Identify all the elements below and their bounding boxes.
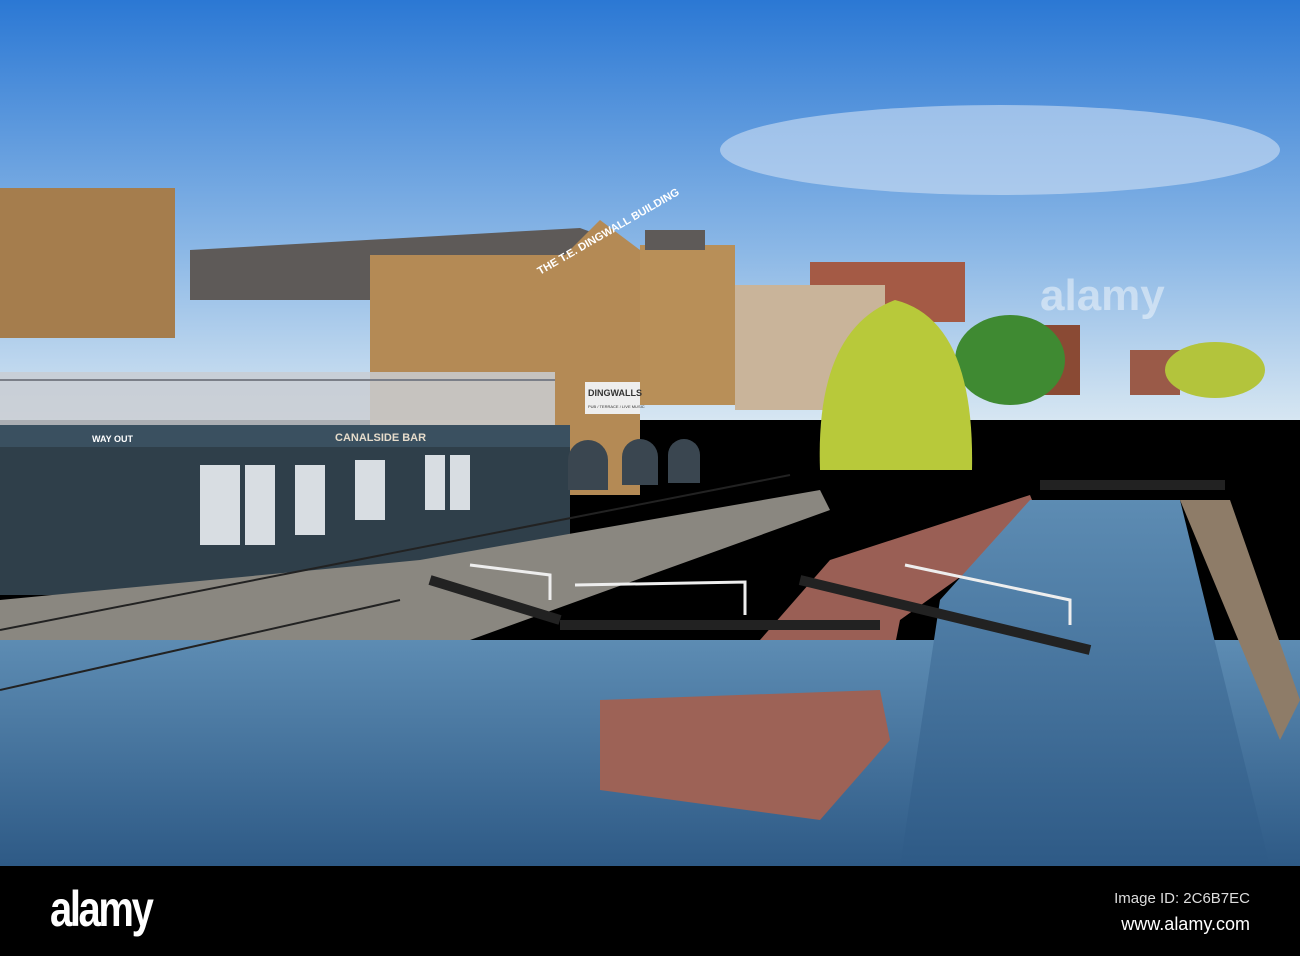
canalside-bar-sign: CANALSIDE BAR	[335, 432, 426, 444]
tower-building	[640, 245, 735, 405]
willow-tree	[1165, 342, 1265, 398]
site-url: www.alamy.com	[1121, 914, 1250, 934]
dingwalls-subsign: PUB / TERRACE / LIVE MUSIC	[588, 404, 645, 409]
image-id: Image ID: 2C6B7EC	[1114, 890, 1250, 907]
footer-bar: alamy Image ID: 2C6B7EC www.alamy.com	[0, 866, 1300, 956]
tower-roof	[645, 230, 705, 250]
left-brick-building	[0, 188, 175, 338]
cloud	[720, 105, 1280, 195]
watermark: alamy	[1040, 271, 1165, 320]
bar-fascia	[0, 425, 570, 447]
arched-windows	[568, 439, 700, 490]
dingwalls-banner	[585, 382, 640, 414]
green-tree	[955, 315, 1065, 405]
canal-photo: THE T.E. DINGWALL BUILDING WAY OUT CANAL…	[0, 0, 1300, 866]
alamy-logo: alamy	[50, 881, 154, 937]
way-out-sign: WAY OUT	[92, 434, 134, 444]
dingwalls-sign: DINGWALLS	[588, 388, 642, 398]
